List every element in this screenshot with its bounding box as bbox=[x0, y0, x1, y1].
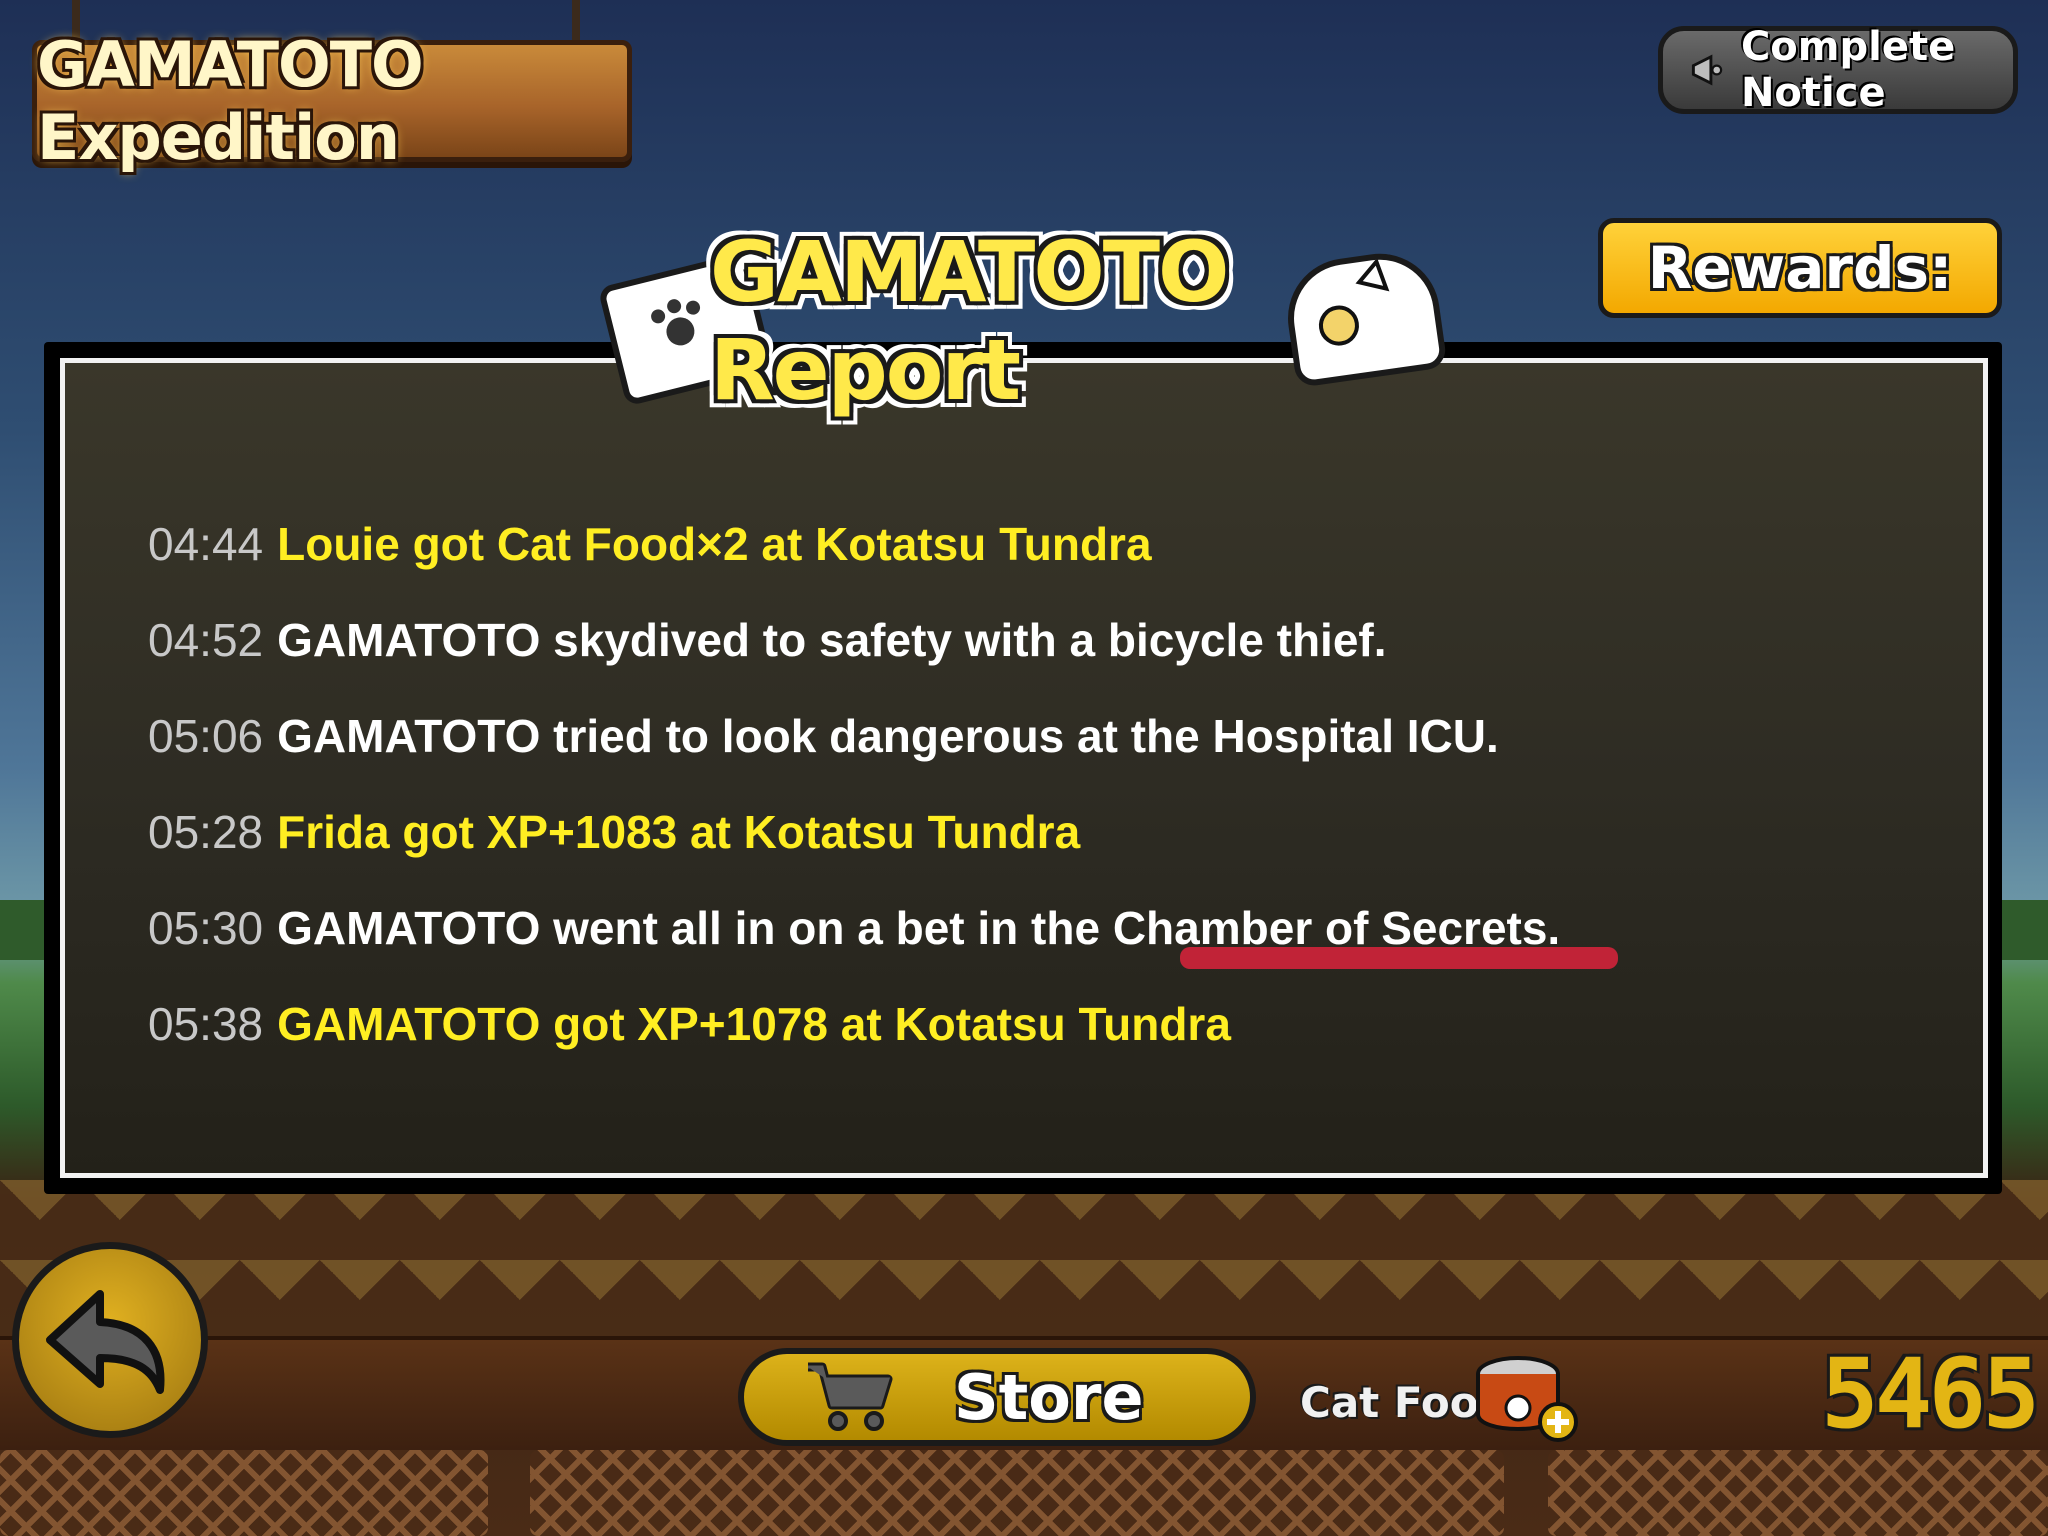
rewards-button[interactable]: Rewards: bbox=[1598, 218, 2002, 318]
log-entry: 04:52 GAMATOTO skydived to safety with a… bbox=[148, 592, 1948, 688]
log-message: GAMATOTO skydived to safety with a bicyc… bbox=[277, 614, 1387, 666]
store-label: Store bbox=[954, 1360, 1144, 1434]
ground-pattern bbox=[0, 1180, 2048, 1340]
log-time: 05:30 bbox=[148, 902, 264, 954]
decorative-lattice bbox=[0, 1450, 488, 1536]
report-title-badge: GAMATOTO Report bbox=[597, 223, 1448, 419]
cat-food-count: 5465 bbox=[1820, 1338, 2040, 1450]
title-sign: GAMATOTO Expedition bbox=[32, 28, 632, 174]
complete-notice-label: Complete Notice bbox=[1740, 24, 1956, 116]
back-button[interactable] bbox=[12, 1242, 208, 1438]
log-time: 05:38 bbox=[148, 998, 264, 1050]
cart-icon bbox=[808, 1362, 893, 1431]
report-log: 04:44 Louie got Cat Food×2 at Kotatsu Tu… bbox=[148, 496, 1948, 1072]
report-title: GAMATOTO Report bbox=[710, 223, 1229, 419]
log-entry: 05:30 GAMATOTO went all in on a bet in t… bbox=[148, 880, 1948, 976]
decorative-lattice bbox=[1548, 1450, 2048, 1536]
log-entry: 04:44 Louie got Cat Food×2 at Kotatsu Tu… bbox=[148, 496, 1948, 592]
page-title: GAMATOTO Expedition bbox=[37, 28, 424, 174]
back-arrow-icon bbox=[46, 1290, 165, 1394]
log-message: GAMATOTO tried to look dangerous at the … bbox=[277, 710, 1499, 762]
log-message: Louie got Cat Food×2 at Kotatsu Tundra bbox=[277, 518, 1152, 570]
log-entry: 05:38 GAMATOTO got XP+1078 at Kotatsu Tu… bbox=[148, 976, 1948, 1072]
log-message: Frida got XP+1083 at Kotatsu Tundra bbox=[277, 806, 1081, 858]
decorative-lattice bbox=[530, 1450, 1504, 1536]
plus-icon bbox=[1538, 1402, 1578, 1442]
red-annotation-underline bbox=[1180, 947, 1618, 969]
log-time: 05:06 bbox=[148, 710, 264, 762]
log-time: 04:44 bbox=[148, 518, 264, 570]
complete-notice-button[interactable]: Complete Notice bbox=[1658, 24, 2018, 116]
log-message: GAMATOTO got XP+1078 at Kotatsu Tundra bbox=[277, 998, 1231, 1050]
bell-icon bbox=[1691, 54, 1723, 86]
log-time: 04:52 bbox=[148, 614, 264, 666]
rewards-label: Rewards: bbox=[1647, 234, 1953, 302]
log-entry: 05:06 GAMATOTO tried to look dangerous a… bbox=[148, 688, 1948, 784]
store-button[interactable]: Store bbox=[738, 1348, 1256, 1446]
log-entry: 05:28 Frida got XP+1083 at Kotatsu Tundr… bbox=[148, 784, 1948, 880]
cat-food-purchase[interactable] bbox=[1470, 1352, 1580, 1444]
log-time: 05:28 bbox=[148, 806, 264, 858]
